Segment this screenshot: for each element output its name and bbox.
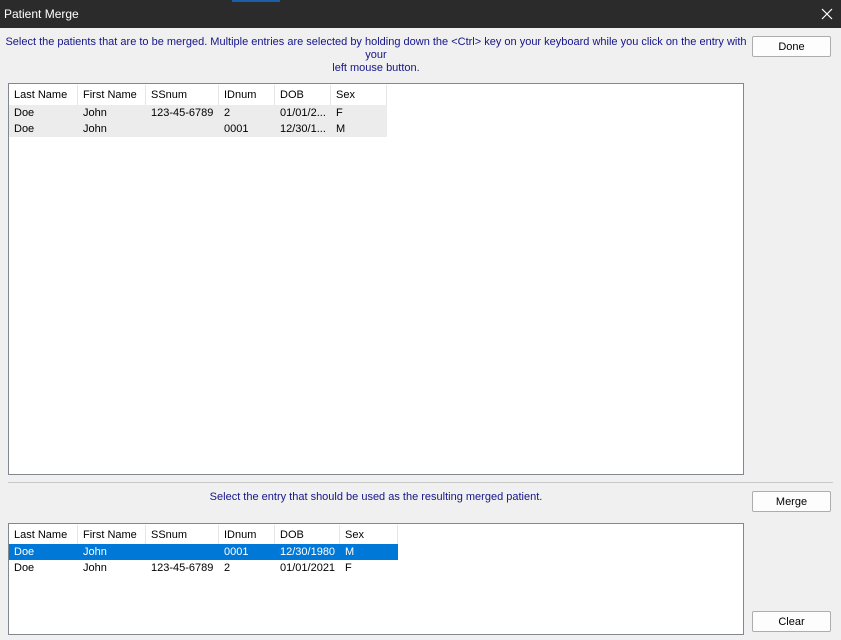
cell-sex: F [336, 107, 343, 119]
col-dob[interactable]: DOB [275, 85, 331, 105]
result-instructions: Select the entry that should be used as … [209, 491, 543, 503]
cell-dob: 12/30/1... [280, 123, 326, 135]
select-instructions-line1: Select the patients that are to be merge… [5, 36, 747, 61]
select-instructions: Select the patients that are to be merge… [4, 36, 748, 75]
cell-ssnum: 123-45-6789 [151, 107, 214, 119]
cell-dob: 01/01/2021 [280, 562, 336, 574]
table-row[interactable]: Doe John 123-45-6789 2 01/01/2... F [9, 105, 387, 121]
close-button[interactable] [813, 0, 841, 28]
cell-ssnum [146, 544, 219, 560]
cell-first-name: John [83, 123, 107, 135]
merge-button[interactable]: Merge [752, 491, 831, 512]
cell-dob: 01/01/2... [280, 107, 326, 119]
cell-idnum: 2 [224, 562, 231, 574]
cell-ssnum [146, 121, 219, 137]
col-ssnum[interactable]: SSnum [146, 85, 219, 105]
col-last-name[interactable]: Last Name [9, 85, 78, 105]
title-bar: Patient Merge [0, 0, 841, 28]
cell-last-name: Doe [14, 123, 35, 135]
clear-button[interactable]: Clear [752, 611, 831, 632]
cell-sex: M [336, 123, 346, 135]
cell-last-name: Doe [14, 546, 35, 558]
col-idnum[interactable]: IDnum [219, 85, 275, 105]
cell-dob: 12/30/1980 [280, 546, 336, 558]
done-button[interactable]: Done [752, 36, 831, 57]
close-icon [821, 8, 833, 20]
cell-sex: M [345, 546, 355, 558]
col-first-name[interactable]: First Name [78, 85, 146, 105]
cell-first-name: John [83, 107, 107, 119]
cell-idnum: 0001 [224, 123, 249, 135]
col-first-name[interactable]: First Name [78, 525, 146, 545]
col-sex[interactable]: Sex [331, 85, 387, 105]
col-dob[interactable]: DOB [275, 525, 340, 545]
table-row[interactable]: Doe John 0001 12/30/1... M [9, 121, 387, 137]
merged-patient-list[interactable]: Last Name First Name SSnum IDnum DOB Sex… [8, 523, 744, 635]
title-accent [232, 0, 280, 2]
patients-list[interactable]: Last Name First Name SSnum IDnum DOB Sex… [8, 83, 744, 475]
table-row-selected[interactable]: Doe John 0001 12/30/1980 M [9, 544, 398, 560]
cell-ssnum: 123-45-6789 [151, 562, 214, 574]
cell-first-name: John [83, 546, 107, 558]
section-divider [8, 482, 833, 483]
col-last-name[interactable]: Last Name [9, 525, 78, 545]
cell-last-name: Doe [14, 562, 35, 574]
select-instructions-line2: left mouse button. [332, 62, 420, 74]
cell-idnum: 2 [224, 107, 231, 119]
col-sex[interactable]: Sex [340, 525, 398, 545]
cell-sex: F [345, 562, 352, 574]
table-row[interactable]: Doe John 123-45-6789 2 01/01/2021 F [9, 560, 398, 576]
cell-last-name: Doe [14, 107, 35, 119]
cell-first-name: John [83, 562, 107, 574]
window-title: Patient Merge [4, 7, 79, 21]
col-idnum[interactable]: IDnum [219, 525, 275, 545]
col-ssnum[interactable]: SSnum [146, 525, 219, 545]
cell-idnum: 0001 [224, 546, 249, 558]
